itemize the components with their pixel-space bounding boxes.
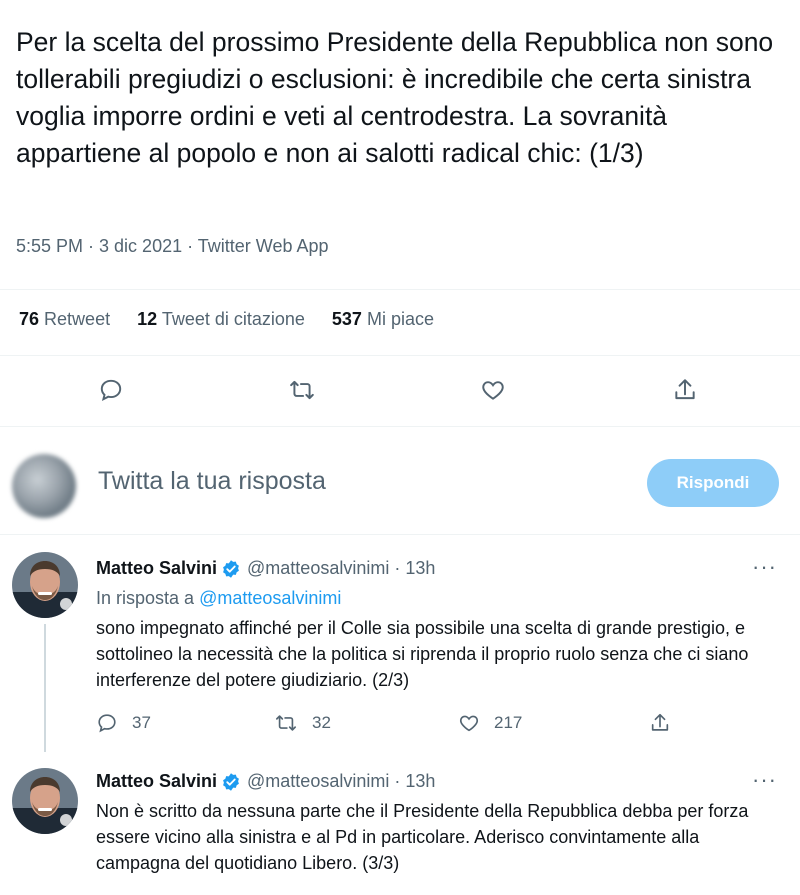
share-action[interactable]	[649, 712, 671, 734]
retweet-action[interactable]: 32	[274, 712, 331, 734]
reply-input[interactable]: Twitta la tua risposta	[98, 467, 326, 496]
reply-text: sono impegnato affinché per il Colle sia…	[96, 618, 749, 690]
divider	[0, 534, 800, 535]
reply-tweet[interactable]: Matteo Salvini @matteosalvinimi · 13h ··…	[0, 548, 800, 752]
reply-button[interactable]: Rispondi	[647, 459, 779, 507]
retweet-count: 32	[312, 713, 331, 732]
like-icon	[459, 715, 479, 732]
user-avatar	[12, 454, 76, 518]
tweet-header: Matteo Salvini @matteosalvinimi · 13h	[96, 558, 435, 579]
retweet-count: 76	[19, 309, 40, 329]
reply-text: Non è scritto da nessuna parte che il Pr…	[96, 801, 749, 873]
retweet-icon[interactable]	[284, 372, 320, 408]
reply-actions: 37 32 217	[96, 712, 696, 738]
like-action[interactable]: 217	[458, 712, 522, 734]
author-handle[interactable]: @matteosalvinimi · 13h	[247, 558, 435, 579]
retweet-stat-label: Retweet	[44, 309, 111, 329]
tweet-header: Matteo Salvini @matteosalvinimi · 13h	[96, 771, 435, 792]
like-stat[interactable]: 537 Mi piace	[332, 309, 434, 330]
like-count: 217	[494, 713, 523, 732]
thread-line	[44, 624, 46, 752]
replying-to-label: In risposta a	[96, 588, 195, 608]
reply-count: 37	[132, 713, 151, 732]
reply-composer: Twitta la tua risposta Rispondi	[0, 448, 800, 518]
quote-stat[interactable]: 12 Tweet di citazione	[137, 309, 305, 330]
reply-action[interactable]: 37	[96, 712, 151, 734]
avatar[interactable]	[12, 768, 78, 834]
retweet-icon	[276, 715, 296, 731]
more-icon[interactable]: ···	[752, 767, 777, 793]
quote-stat-label: Tweet di citazione	[161, 309, 305, 329]
replying-to-link[interactable]: @matteosalvinimi	[199, 588, 341, 608]
tweet-text: Per la scelta del prossimo Presidente de…	[16, 27, 774, 168]
verified-badge-icon	[221, 772, 241, 792]
tweet-meta: 5:55 PM · 3 dic 2021 · Twitter Web App	[16, 236, 329, 256]
reply-icon[interactable]	[93, 372, 129, 408]
divider	[0, 355, 800, 356]
share-icon[interactable]	[667, 372, 703, 408]
replying-to: In risposta a @matteosalvinimi	[96, 588, 341, 609]
retweet-stat[interactable]: 76 Retweet	[19, 309, 110, 330]
reply-icon	[98, 714, 116, 733]
verified-badge-icon	[221, 559, 241, 579]
quote-count: 12	[137, 309, 158, 329]
more-icon[interactable]: ···	[752, 554, 777, 580]
reply-tweet[interactable]: Matteo Salvini @matteosalvinimi · 13h ··…	[0, 765, 800, 895]
divider	[0, 426, 800, 427]
tweet-actions	[0, 372, 800, 408]
divider	[0, 289, 800, 290]
share-icon	[651, 713, 669, 731]
author-name[interactable]: Matteo Salvini	[96, 771, 217, 792]
author-name[interactable]: Matteo Salvini	[96, 558, 217, 579]
author-handle[interactable]: @matteosalvinimi · 13h	[247, 771, 435, 792]
avatar[interactable]	[12, 552, 78, 618]
like-count: 537	[331, 309, 362, 329]
like-stat-label: Mi piace	[366, 309, 434, 329]
tweet-stats: 76 Retweet 12 Tweet di citazione 537 Mi …	[19, 309, 461, 330]
like-icon[interactable]	[475, 372, 511, 408]
